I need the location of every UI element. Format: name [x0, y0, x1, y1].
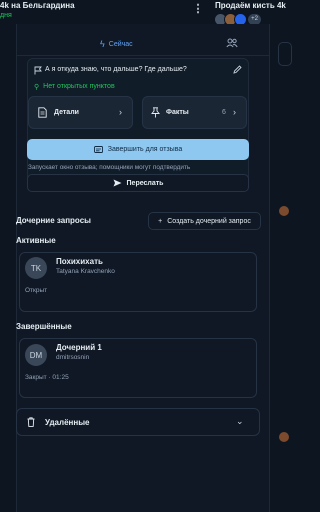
avatar	[279, 206, 289, 216]
finish-for-review-button[interactable]: Завершить для отзыва	[27, 139, 249, 160]
facts-label: Факты	[166, 109, 189, 116]
facts-count: 6	[222, 109, 226, 116]
child-request-status: Закрыт · 01:25	[25, 374, 69, 381]
child-request-title: Похихихать	[56, 257, 103, 266]
open-points-label: Нет открытых пунктов	[43, 83, 115, 90]
tab-now[interactable]: ϟ Сейчас	[100, 39, 133, 49]
avatar: DM	[25, 344, 47, 366]
chevron-right-icon: ›	[119, 107, 122, 117]
finish-hint: Запускает окно отзыва; помощники могут п…	[28, 164, 191, 171]
child-request-user: Tatyana Kravchenko	[56, 268, 115, 275]
forward-label: Переслать	[126, 179, 164, 187]
create-child-label: Создать дочерний запрос	[167, 217, 251, 225]
deleted-label: Удалённые	[45, 418, 90, 427]
avatar: TK	[25, 257, 47, 279]
open-points-status: ⚲ Нет открытых пунктов	[34, 83, 115, 91]
chat-title: 4k на Бельгардина	[0, 1, 75, 10]
second-chat-title: Продаём кисть 4k	[215, 1, 286, 10]
trash-icon	[27, 417, 35, 427]
finish-label: Завершить для отзыва	[107, 146, 183, 153]
more-menu-icon[interactable]: ⋮	[192, 3, 204, 15]
chat-subtitle: дня	[0, 12, 12, 19]
chevron-down-icon: ⌄	[236, 416, 244, 426]
people-icon[interactable]	[226, 38, 238, 48]
create-child-request-button[interactable]: + Создать дочерний запрос	[148, 212, 261, 230]
pin-icon	[151, 107, 160, 118]
child-request-status: Открыт	[25, 287, 48, 294]
chevron-right-icon: ›	[233, 107, 236, 117]
review-icon	[93, 145, 103, 153]
edit-icon[interactable]	[233, 65, 242, 74]
side-card[interactable]	[278, 42, 292, 66]
child-request-user: dmitrsosnin	[56, 354, 90, 361]
bolt-icon: ϟ	[100, 39, 105, 49]
details-label: Детали	[54, 109, 79, 116]
document-icon	[38, 107, 47, 118]
list-item[interactable]	[19, 338, 257, 398]
list-item[interactable]	[19, 252, 257, 312]
child-requests-title: Дочерние запросы	[16, 216, 91, 225]
tabs-divider	[16, 55, 270, 56]
active-section-title: Активные	[16, 236, 56, 245]
plus-icon: +	[158, 217, 163, 225]
avatar	[279, 432, 289, 442]
person-icon: ⚲	[34, 84, 40, 91]
question-text: А я откуда знаю, что дальше? Где дальше?	[45, 66, 187, 73]
send-icon	[113, 179, 122, 187]
forward-button[interactable]: Переслать	[27, 174, 249, 192]
finished-section-title: Завершённые	[16, 322, 72, 331]
child-request-title: Дочерний 1	[56, 343, 102, 352]
tab-now-label: Сейчас	[108, 40, 133, 48]
flag-icon	[34, 66, 42, 75]
